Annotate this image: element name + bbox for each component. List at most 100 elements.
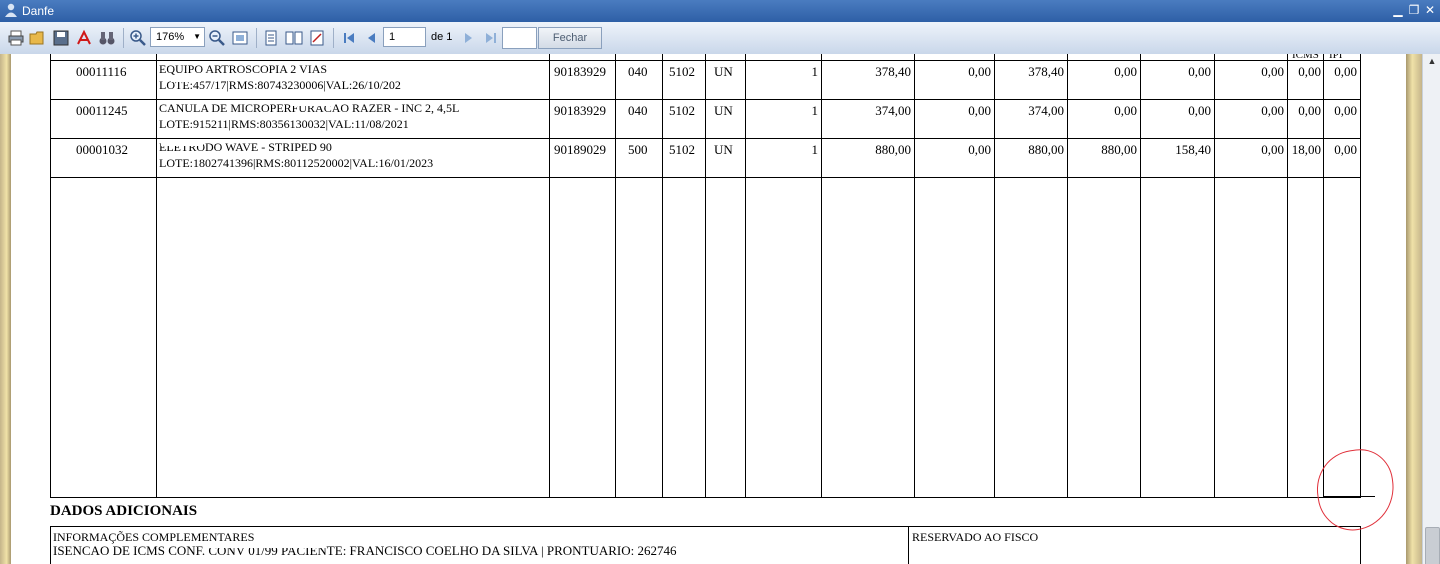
report-toolbar: 176% ▼ 1 de 1 Fechar — [0, 22, 1440, 55]
next-page-icon[interactable] — [459, 29, 477, 47]
section-title-dados-adicionais: DADOS ADICIONAIS — [50, 503, 198, 519]
cfop: 5102 — [669, 142, 695, 157]
quantity: 1 — [811, 142, 819, 157]
redaction-mask — [161, 140, 203, 146]
table-col-line — [549, 54, 550, 498]
first-page-icon[interactable] — [340, 29, 358, 47]
quantity: 1 — [811, 103, 819, 118]
maximize-icon[interactable]: ❐ — [1406, 2, 1422, 18]
table-col-line — [1287, 54, 1288, 498]
cfop: 5102 — [669, 103, 695, 118]
report-viewport: ▲ ICMS IPI 00011116 EQUIPO ARTROSCOPIA 2… — [0, 54, 1440, 564]
icms-base: 880,00 — [1101, 142, 1137, 157]
total-value: 374,00 — [1028, 103, 1064, 118]
cst: 500 — [628, 142, 648, 157]
box-rule — [50, 526, 1361, 527]
table-col-line — [156, 54, 157, 498]
open-folder-icon[interactable] — [29, 29, 47, 47]
total-value: 880,00 — [1028, 142, 1064, 157]
fit-page-icon[interactable] — [231, 29, 249, 47]
page-total-label: de 1 — [431, 31, 453, 43]
product-lot: LOTE:1802741396|RMS:80112520002|VAL:16/0… — [159, 156, 434, 170]
icms-base: 0,00 — [1114, 103, 1137, 118]
table-col-line — [994, 54, 995, 498]
ipi-rate: 0,00 — [1334, 64, 1357, 79]
table-col-line — [50, 54, 51, 498]
box-line — [1360, 526, 1361, 564]
cfop: 5102 — [669, 64, 695, 79]
page-frame-left — [0, 54, 11, 564]
redaction-mask — [171, 76, 201, 82]
page-number-input[interactable]: 1 — [383, 27, 426, 47]
icms-rate: 0,00 — [1298, 103, 1321, 118]
cst: 040 — [628, 64, 648, 79]
two-pages-icon[interactable] — [285, 29, 303, 47]
unit: UN — [714, 64, 733, 79]
previous-page-icon[interactable] — [363, 29, 381, 47]
pdf-export-icon[interactable] — [75, 29, 93, 47]
unit: UN — [714, 103, 733, 118]
unit-value: 374,00 — [875, 103, 911, 118]
table-col-line — [1360, 54, 1361, 498]
ipi-value: 0,00 — [1261, 64, 1284, 79]
cst: 040 — [628, 103, 648, 118]
unit-value: 378,40 — [875, 64, 911, 79]
ipi-rate: 0,00 — [1334, 103, 1357, 118]
table-col-line — [615, 54, 616, 498]
product-lot: LOTE:457/17|RMS:80743230006|VAL:26/10/20… — [159, 78, 401, 92]
product-code: 00011116 — [76, 64, 127, 79]
toolbar-separator — [256, 28, 257, 48]
box-line — [50, 526, 51, 564]
product-code: 00001032 — [76, 142, 128, 157]
table-col-line — [1140, 54, 1141, 498]
product-description: EQUIPO ARTROSCOPIA 2 VIAS — [159, 62, 328, 76]
discount: 0,00 — [968, 142, 991, 157]
vertical-scrollbar[interactable]: ▲ — [1422, 54, 1440, 564]
product-description: ELETRODO WAVE - STRIPED 90 — [159, 140, 332, 154]
table-col-line — [914, 54, 915, 498]
binoculars-icon[interactable] — [98, 29, 116, 47]
ncm: 90183929 — [554, 103, 606, 118]
table-rule-extension — [1323, 496, 1375, 497]
toolbar-separator — [333, 28, 334, 48]
toolbar-separator — [123, 28, 124, 48]
ncm: 90189029 — [554, 142, 606, 157]
close-report-button[interactable]: Fechar — [538, 27, 602, 49]
page-setup-icon[interactable] — [308, 29, 326, 47]
table-col-line — [1067, 54, 1068, 498]
info-complementares-text: ISENCAO DE ICMS CONF. CONV 01/99 PACIENT… — [53, 543, 677, 558]
unit: UN — [714, 142, 733, 157]
window-title: Danfe — [22, 4, 55, 18]
table-col-line — [745, 54, 746, 498]
danfe-page: ICMS IPI 00011116 EQUIPO ARTROSCOPIA 2 V… — [11, 54, 1406, 564]
scrollbar-thumb[interactable] — [1425, 527, 1440, 564]
single-page-icon[interactable] — [262, 29, 280, 47]
window-titlebar: Danfe ▁ ❐ ✕ — [0, 0, 1440, 22]
discount: 0,00 — [968, 64, 991, 79]
save-icon[interactable] — [52, 29, 70, 47]
table-col-line — [821, 54, 822, 498]
scroll-up-icon[interactable]: ▲ — [1423, 56, 1440, 70]
icms-value: 0,00 — [1188, 64, 1211, 79]
zoom-value: 176% — [156, 31, 185, 43]
icms-value: 0,00 — [1188, 103, 1211, 118]
minimize-icon[interactable]: ▁ — [1390, 2, 1406, 18]
icms-rate: 0,00 — [1298, 64, 1321, 79]
table-col-line — [1323, 54, 1324, 498]
table-col-line — [705, 54, 706, 498]
unit-value: 880,00 — [875, 142, 911, 157]
table-col-line — [1214, 54, 1215, 498]
reservado-fisco-label: RESERVADO AO FISCO — [912, 530, 1039, 544]
last-page-icon[interactable] — [482, 29, 500, 47]
ipi-value: 0,00 — [1261, 103, 1284, 118]
close-icon[interactable]: ✕ — [1422, 2, 1438, 18]
redaction-mask — [291, 101, 331, 106]
product-code: 00011245 — [76, 103, 128, 118]
icms-rate: 18,00 — [1291, 142, 1321, 157]
search-box[interactable] — [502, 27, 537, 49]
zoom-out-icon[interactable] — [208, 29, 226, 47]
zoom-in-icon[interactable] — [129, 29, 147, 47]
total-value: 378,40 — [1028, 64, 1064, 79]
zoom-select[interactable]: 176% ▼ — [150, 27, 205, 47]
print-icon[interactable] — [7, 29, 25, 47]
